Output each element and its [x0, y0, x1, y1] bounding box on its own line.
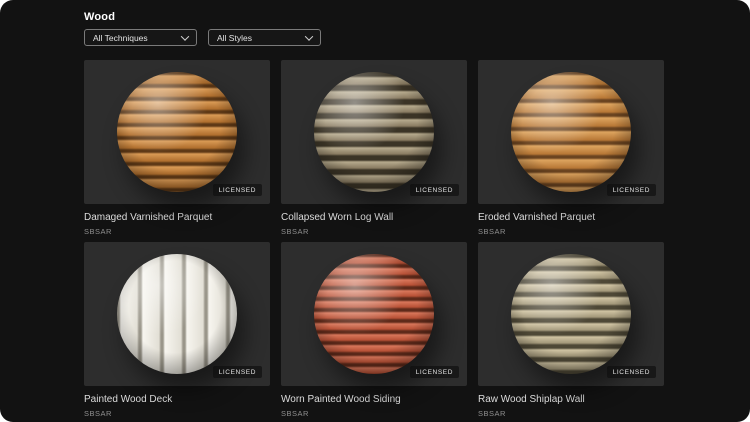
material-card[interactable]: LICENSED Damaged Varnished Parquet SBSAR: [84, 60, 270, 242]
material-card[interactable]: LICENSED Painted Wood Deck SBSAR: [84, 242, 270, 422]
licensed-badge: LICENSED: [212, 366, 262, 378]
material-grid: LICENSED Damaged Varnished Parquet SBSAR…: [84, 60, 664, 422]
material-sphere: [511, 254, 631, 374]
material-card[interactable]: LICENSED Worn Painted Wood Siding SBSAR: [281, 242, 467, 422]
material-title: Collapsed Worn Log Wall: [281, 212, 394, 223]
material-thumbnail[interactable]: LICENSED: [478, 60, 664, 204]
material-thumbnail[interactable]: LICENSED: [84, 242, 270, 386]
material-format: SBSAR: [478, 409, 506, 418]
styles-dropdown-label: All Styles: [217, 32, 252, 43]
material-sphere: [314, 254, 434, 374]
material-thumbnail[interactable]: LICENSED: [281, 242, 467, 386]
material-title: Worn Painted Wood Siding: [281, 394, 401, 405]
material-sphere: [117, 72, 237, 192]
material-card[interactable]: LICENSED Raw Wood Shiplap Wall SBSAR: [478, 242, 664, 422]
chevron-down-icon: [304, 31, 314, 41]
material-format: SBSAR: [281, 227, 309, 236]
material-card[interactable]: LICENSED Collapsed Worn Log Wall SBSAR: [281, 60, 467, 242]
material-title: Painted Wood Deck: [84, 394, 173, 405]
material-thumbnail[interactable]: LICENSED: [478, 242, 664, 386]
filter-bar: All Techniques All Styles: [84, 29, 321, 46]
styles-filter-dropdown[interactable]: All Styles: [208, 29, 321, 46]
material-format: SBSAR: [478, 227, 506, 236]
material-thumbnail[interactable]: LICENSED: [281, 60, 467, 204]
licensed-badge: LICENSED: [212, 184, 262, 196]
material-format: SBSAR: [84, 409, 112, 418]
techniques-dropdown-label: All Techniques: [93, 32, 148, 43]
material-format: SBSAR: [84, 227, 112, 236]
licensed-badge: LICENSED: [409, 366, 459, 378]
material-card[interactable]: LICENSED Eroded Varnished Parquet SBSAR: [478, 60, 664, 242]
techniques-filter-dropdown[interactable]: All Techniques: [84, 29, 197, 46]
material-title: Eroded Varnished Parquet: [478, 212, 596, 223]
licensed-badge: LICENSED: [409, 184, 459, 196]
licensed-badge: LICENSED: [606, 184, 656, 196]
material-title: Raw Wood Shiplap Wall: [478, 394, 585, 405]
licensed-badge: LICENSED: [606, 366, 656, 378]
material-thumbnail[interactable]: LICENSED: [84, 60, 270, 204]
material-sphere: [314, 72, 434, 192]
material-sphere: [511, 72, 631, 192]
chevron-down-icon: [180, 31, 190, 41]
material-format: SBSAR: [281, 409, 309, 418]
material-sphere: [117, 254, 237, 374]
page-title: Wood: [84, 11, 116, 23]
material-title: Damaged Varnished Parquet: [84, 212, 213, 223]
material-browser-window: Wood All Techniques All Styles LICENSED …: [0, 0, 750, 422]
